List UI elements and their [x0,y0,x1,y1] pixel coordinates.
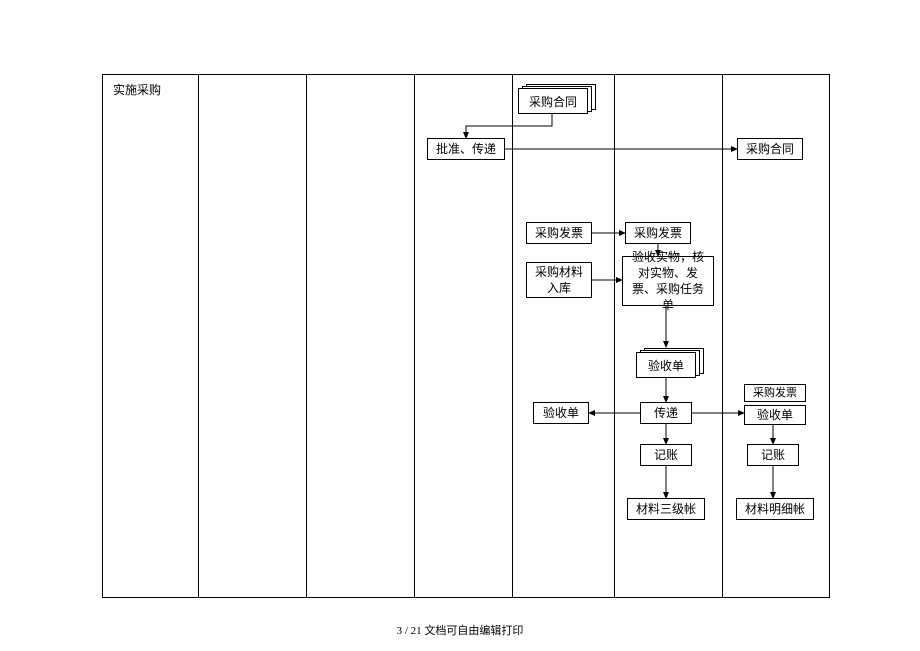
bookkeep2-box: 记账 [747,444,799,466]
verify-box: 验收实物，核对实物、发票、采购任务单 [622,256,714,306]
ledger3-box: 材料三级帐 [627,498,705,520]
page-footer: 3 / 21 文档可自由编辑打印 [0,622,920,638]
invoice-right-box: 采购发票 [625,222,691,244]
approve-relay-box: 批准、传递 [427,138,505,160]
receipt-doc-label: 验收单 [648,357,684,374]
col-4 [513,75,615,597]
receipt-right-box: 验收单 [744,405,806,425]
ledger-detail-box: 材料明细帐 [736,498,814,520]
bookkeep1-box: 记账 [640,444,692,466]
invoice-left-box: 采购发票 [526,222,592,244]
invoice-small-box: 采购发票 [744,384,806,402]
col-0: 实施采购 [103,75,199,597]
receipt-left-box: 验收单 [533,402,589,424]
contract-right-box: 采购合同 [737,138,803,160]
contract-doc-label: 采购合同 [529,93,577,110]
col-2 [307,75,415,597]
col-1 [199,75,307,597]
material-in-box: 采购材料 入库 [526,262,592,298]
relay-box: 传递 [640,402,692,424]
row-label: 实施采购 [103,75,198,98]
